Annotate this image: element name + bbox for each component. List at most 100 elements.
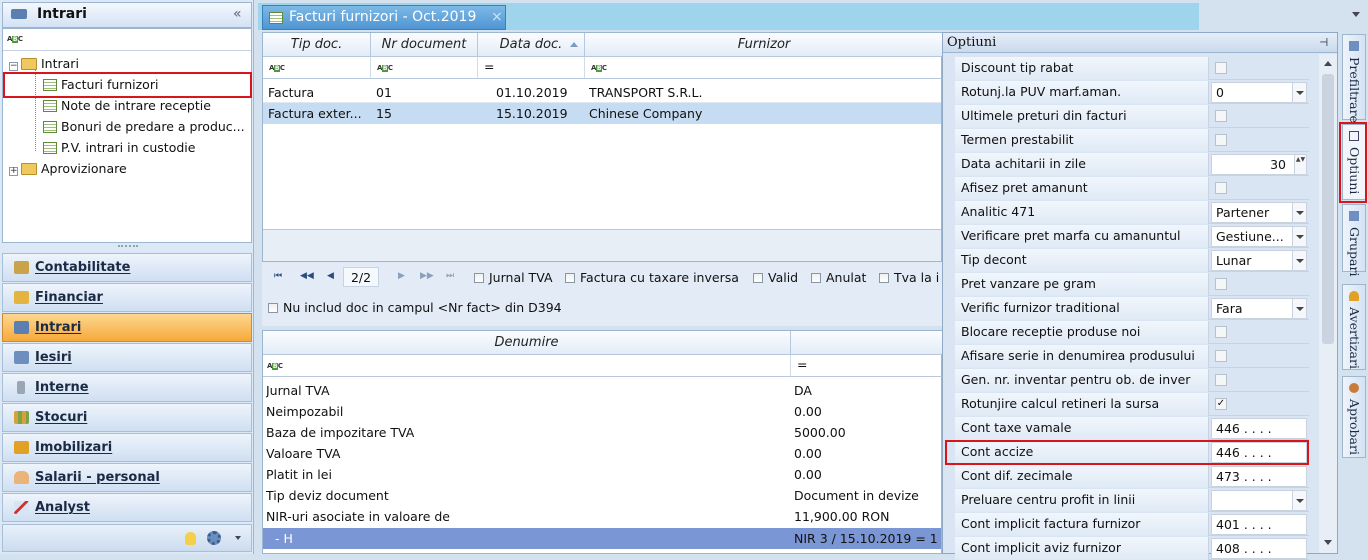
expand-icon[interactable]: +: [9, 167, 18, 176]
next-page-group-icon[interactable]: ▶▶: [420, 271, 434, 281]
detail-group-row[interactable]: - H NIR 3 / 15.10.2019 = 1: [263, 528, 941, 549]
checkbox[interactable]: [268, 303, 278, 313]
filter-data-doc[interactable]: =: [478, 57, 585, 79]
option-checkbox[interactable]: [1215, 278, 1227, 290]
filter-furnizor[interactable]: ABC: [585, 57, 943, 79]
nav-interne[interactable]: Interne: [2, 373, 252, 402]
option-row[interactable]: Verificare pret marfa cu amanuntul Gestiu…: [955, 225, 1309, 248]
detail-row[interactable]: Valoare TVA 0.00: [263, 443, 941, 464]
detail-row[interactable]: Platit in lei 0.00: [263, 464, 941, 485]
option-row[interactable]: Gen. nr. inventar pentru ob. de inver: [955, 369, 1309, 392]
option-input[interactable]: 473 . . . .: [1211, 466, 1307, 487]
nav-stocuri[interactable]: Stocuri: [2, 403, 252, 432]
option-row[interactable]: Cont taxe vamale 446 . . . .: [955, 417, 1309, 440]
option-checkbox[interactable]: [1215, 326, 1227, 338]
side-tab-optiuni[interactable]: Optiuni: [1342, 124, 1366, 200]
option-dropdown[interactable]: Gestiune...: [1211, 226, 1307, 247]
filter-valoare[interactable]: =: [791, 355, 943, 377]
option-row[interactable]: Cont dif. zecimale 473 . . . .: [955, 465, 1309, 488]
column-header-nr-document[interactable]: Nr document: [371, 33, 478, 57]
option-row[interactable]: Discount tip rabat: [955, 57, 1309, 80]
tree-filter-row[interactable]: ABC: [3, 29, 251, 51]
check-valid[interactable]: Valid: [753, 270, 798, 285]
option-checkbox[interactable]: [1215, 62, 1227, 74]
checkbox[interactable]: [565, 273, 575, 283]
option-row[interactable]: Pret vanzare pe gram: [955, 273, 1309, 296]
option-row[interactable]: Data achitarii in zile 30 ▲▼: [955, 153, 1309, 176]
spinner-arrows-icon[interactable]: ▲▼: [1294, 155, 1306, 174]
tree-node-bonuri-predare[interactable]: Bonuri de predare a produc...: [43, 117, 245, 137]
checkbox[interactable]: [879, 273, 889, 283]
chevron-down-icon[interactable]: [235, 536, 241, 540]
side-tab-aprobari[interactable]: Aprobari: [1342, 376, 1366, 458]
side-tab-prefiltrare[interactable]: Prefiltrare: [1342, 34, 1366, 123]
chevron-down-icon[interactable]: [1292, 251, 1306, 270]
scroll-thumb[interactable]: [1322, 74, 1334, 344]
option-input[interactable]: 408 . . . .: [1211, 538, 1307, 559]
option-row[interactable]: Rotunjire calcul retineri la sursa ✓: [955, 393, 1309, 416]
option-row[interactable]: Afisare serie in denumirea produsului: [955, 345, 1309, 368]
nav-iesiri[interactable]: Iesiri: [2, 343, 252, 372]
tree-node-pv-custodie[interactable]: P.V. intrari in custodie: [43, 138, 195, 158]
chevron-down-icon[interactable]: [1292, 299, 1306, 318]
chevron-down-icon[interactable]: [1292, 491, 1306, 510]
tree-node-aprovizionare[interactable]: + Aprovizionare: [9, 159, 127, 179]
column-header-tip-doc[interactable]: Tip doc.: [263, 33, 371, 57]
pin-icon[interactable]: ⊣: [1319, 33, 1328, 52]
option-row[interactable]: Preluare centru profit in linii: [955, 489, 1309, 512]
checkbox[interactable]: [753, 273, 763, 283]
tree-node-note-intrare[interactable]: Note de intrare receptie: [43, 96, 211, 116]
detail-row[interactable]: Tip deviz document Document in devize: [263, 485, 941, 506]
filter-nr-document[interactable]: ABC: [371, 57, 478, 79]
option-dropdown[interactable]: Fara: [1211, 298, 1307, 319]
check-nu-includ-d394[interactable]: Nu includ doc in campul <Nr fact> din D3…: [268, 300, 562, 315]
options-scrollbar[interactable]: [1319, 54, 1337, 553]
check-tva-la-incasare[interactable]: Tva la i: [879, 270, 942, 285]
option-spinner[interactable]: 30 ▲▼: [1211, 154, 1307, 175]
option-dropdown[interactable]: 0: [1211, 82, 1307, 103]
option-dropdown[interactable]: [1211, 490, 1307, 511]
collapse-icon[interactable]: −: [9, 62, 18, 71]
option-row[interactable]: Tip decont Lunar: [955, 249, 1309, 272]
option-dropdown[interactable]: Partener: [1211, 202, 1307, 223]
table-row-selected[interactable]: Factura exter... 15 15.10.2019 Chinese C…: [263, 103, 941, 124]
option-row[interactable]: Afisez pret amanunt: [955, 177, 1309, 200]
option-checkbox[interactable]: ✓: [1215, 398, 1227, 410]
close-tab-icon[interactable]: ×: [491, 6, 503, 29]
scroll-up-icon[interactable]: [1324, 61, 1332, 66]
option-checkbox[interactable]: [1215, 134, 1227, 146]
option-row[interactable]: Cont implicit factura furnizor 401 . . . …: [955, 513, 1309, 536]
option-row[interactable]: Rotunj.la PUV marf.aman. 0: [955, 81, 1309, 104]
option-input[interactable]: 446 . . . .: [1211, 442, 1307, 463]
detail-row[interactable]: Jurnal TVA DA: [263, 380, 941, 401]
collapse-panel-icon[interactable]: «: [233, 6, 242, 22]
nav-financiar[interactable]: Financiar: [2, 283, 252, 312]
nav-contabilitate[interactable]: Contabilitate: [2, 253, 252, 282]
tree-node-facturi-furnizori[interactable]: Facturi furnizori: [43, 75, 158, 95]
option-input[interactable]: 401 . . . .: [1211, 514, 1307, 535]
option-row[interactable]: Blocare receptie produse noi: [955, 321, 1309, 344]
detail-row[interactable]: Baza de impozitare TVA 5000.00: [263, 422, 941, 443]
option-dropdown[interactable]: Lunar: [1211, 250, 1307, 271]
nav-intrari[interactable]: Intrari: [2, 313, 252, 342]
settings-icon[interactable]: [207, 531, 221, 545]
next-page-icon[interactable]: ▶: [398, 271, 405, 281]
filter-denumire[interactable]: ABC: [263, 355, 791, 377]
column-header-valoare[interactable]: [791, 331, 943, 355]
option-checkbox[interactable]: [1215, 182, 1227, 194]
check-anulat[interactable]: Anulat: [811, 270, 866, 285]
tree-node-intrari[interactable]: − Intrari: [9, 54, 79, 74]
detail-row[interactable]: Neimpozabil 0.00: [263, 401, 941, 422]
option-row[interactable]: Termen prestabilit: [955, 129, 1309, 152]
first-page-icon[interactable]: ⏮: [274, 271, 282, 281]
option-checkbox[interactable]: [1215, 110, 1227, 122]
column-header-data-doc[interactable]: Data doc.: [478, 33, 585, 57]
checkbox[interactable]: [811, 273, 821, 283]
option-row[interactable]: Cont implicit aviz furnizor 408 . . . .: [955, 537, 1309, 560]
table-row[interactable]: Factura 01 01.10.2019 TRANSPORT S.R.L.: [263, 82, 941, 103]
detail-row[interactable]: NIR-uri asociate in valoare de 11,900.00 …: [263, 506, 941, 527]
chevron-down-icon[interactable]: [1292, 203, 1306, 222]
tab-strip-menu-icon[interactable]: [1352, 12, 1360, 17]
tab-facturi-furnizori[interactable]: Facturi furnizori - Oct.2019 ×: [262, 5, 506, 30]
chevron-down-icon[interactable]: [1292, 83, 1306, 102]
